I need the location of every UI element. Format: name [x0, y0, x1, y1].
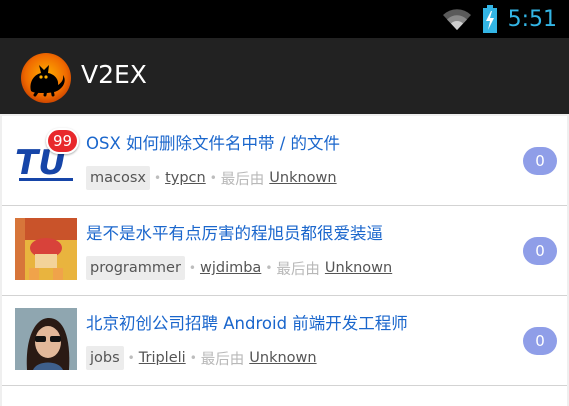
- action-bar: V2EX: [0, 38, 569, 114]
- topic-row[interactable]: [2, 386, 567, 406]
- last-replied-label: 最后由: [200, 351, 245, 368]
- topic-meta: jobs • Tripleli • 最后由 Unknown: [86, 345, 317, 371]
- separator-dot-icon: •: [189, 351, 197, 365]
- v2ex-logo-icon[interactable]: [21, 53, 71, 103]
- last-replied-label: 最后由: [276, 261, 320, 278]
- last-replied-label: 最后由: [220, 171, 265, 188]
- topic-title[interactable]: 北京初创公司招聘 Android 前端开发工程师: [86, 310, 408, 334]
- separator-dot-icon: •: [209, 171, 217, 185]
- last-replier-link[interactable]: Unknown: [249, 350, 316, 366]
- reply-count-badge: 0: [523, 147, 557, 175]
- topic-meta: programmer • wjdimba • 最后由 Unknown: [86, 255, 392, 281]
- topic-meta: macosx • typcn • 最后由 Unknown: [86, 165, 337, 191]
- topic-row[interactable]: 北京初创公司招聘 Android 前端开发工程师 jobs • Tripleli…: [2, 296, 567, 385]
- wifi-icon: [442, 9, 471, 30]
- avatar[interactable]: [15, 218, 77, 280]
- topic-title[interactable]: OSX 如何删除文件名中带 / 的文件: [86, 130, 340, 154]
- last-replier-link[interactable]: Unknown: [325, 260, 392, 276]
- status-bar: 5:51: [0, 0, 569, 38]
- status-time: 5:51: [507, 6, 557, 32]
- unread-badge: 99: [46, 128, 80, 154]
- reply-count-badge: 0: [523, 237, 557, 265]
- last-replier-link[interactable]: Unknown: [269, 170, 336, 186]
- app-title: V2EX: [81, 60, 147, 89]
- reply-count-badge: 0: [523, 327, 557, 355]
- separator-dot-icon: •: [154, 171, 162, 185]
- topic-row[interactable]: 是不是水平有点厉害的程旭员都很爱装逼 programmer • wjdimba …: [2, 206, 567, 295]
- avatar[interactable]: [15, 308, 77, 370]
- separator-dot-icon: •: [127, 351, 135, 365]
- author-link[interactable]: typcn: [165, 170, 206, 186]
- node-tag[interactable]: programmer: [86, 256, 185, 280]
- avatar[interactable]: [15, 398, 77, 406]
- topic-row[interactable]: TU 99 OSX 如何删除文件名中带 / 的文件 macosx • typcn…: [2, 116, 567, 205]
- battery-charging-icon: [482, 5, 497, 33]
- topic-title[interactable]: 是不是水平有点厉害的程旭员都很爱装逼: [86, 220, 383, 244]
- author-link[interactable]: Tripleli: [139, 350, 186, 366]
- node-tag[interactable]: jobs: [86, 346, 124, 370]
- separator-dot-icon: •: [188, 261, 196, 275]
- author-link[interactable]: wjdimba: [200, 260, 261, 276]
- separator-dot-icon: •: [265, 261, 273, 275]
- node-tag[interactable]: macosx: [86, 166, 150, 190]
